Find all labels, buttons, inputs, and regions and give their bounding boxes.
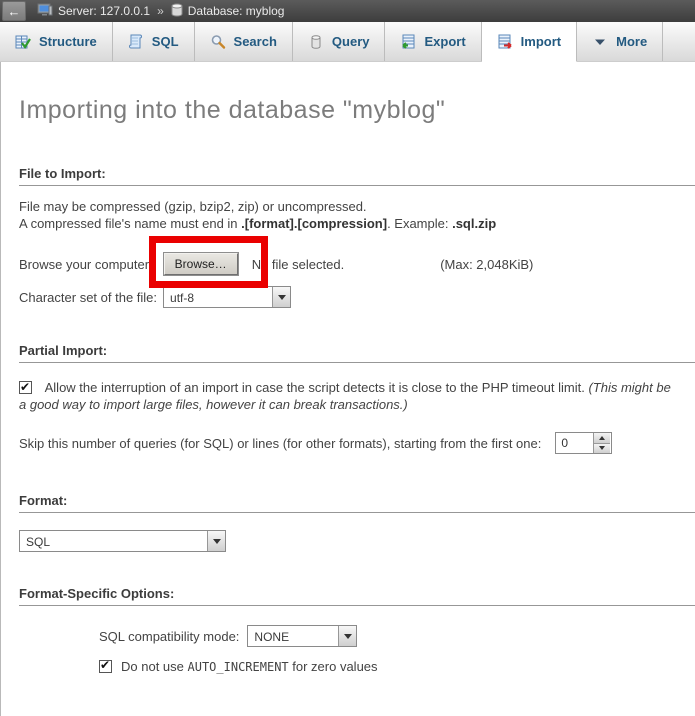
- sql-compat-select[interactable]: NONE: [247, 625, 357, 647]
- breadcrumb-separator: »: [157, 4, 164, 18]
- tab-structure[interactable]: Structure: [0, 22, 113, 61]
- dropdown-arrow-icon[interactable]: [207, 531, 225, 551]
- charset-selected-value: utf-8: [164, 287, 272, 307]
- tab-sql[interactable]: SQL: [113, 22, 195, 61]
- stepper-down-icon[interactable]: [594, 444, 610, 454]
- skip-queries-row: Skip this number of queries (for SQL) or…: [19, 432, 695, 454]
- export-icon: [400, 34, 416, 50]
- sql-compat-row: SQL compatibility mode: NONE: [99, 625, 695, 647]
- sql-compat-label: SQL compatibility mode:: [99, 629, 239, 644]
- section-heading-file-to-import: File to Import:: [19, 166, 695, 186]
- phpmyadmin-import-page: ← Server: 127.0.0.1 » Database: myblog: [0, 0, 695, 716]
- max-size-text: (Max: 2,048KiB): [440, 257, 533, 272]
- browse-button[interactable]: Browse…: [164, 253, 238, 275]
- format-select[interactable]: SQL: [19, 530, 226, 552]
- tab-label: Query: [332, 34, 370, 49]
- auto-increment-row: Do not use AUTO_INCREMENT for zero value…: [99, 659, 695, 674]
- tab-search[interactable]: Search: [195, 22, 293, 61]
- dropdown-arrow-icon[interactable]: [338, 626, 356, 646]
- breadcrumb: Server: 127.0.0.1 » Database: myblog: [37, 3, 284, 20]
- main-content: Importing into the database "myblog" Fil…: [0, 62, 695, 716]
- import-icon: [497, 34, 513, 50]
- back-arrow-icon: ←: [8, 5, 21, 18]
- tab-export[interactable]: Export: [385, 22, 481, 61]
- format-selected-value: SQL: [20, 531, 207, 551]
- allow-interrupt-text: Allow the interruption of an import in c…: [45, 380, 589, 395]
- format-compression-pattern: .[format].[compression]: [241, 216, 387, 231]
- sql-file-icon: [128, 34, 144, 50]
- tab-query[interactable]: Query: [293, 22, 386, 61]
- compression-line2-mid: . Example:: [387, 216, 452, 231]
- tab-label: SQL: [152, 34, 179, 49]
- compression-info: File may be compressed (gzip, bzip2, zip…: [19, 198, 695, 232]
- auto-increment-text: Do not use AUTO_INCREMENT for zero value…: [121, 659, 378, 674]
- dropdown-arrow-icon[interactable]: [272, 287, 290, 307]
- allow-interrupt-row: Allow the interruption of an import in c…: [19, 379, 681, 413]
- allow-interrupt-checkbox[interactable]: [19, 381, 32, 394]
- tab-import[interactable]: Import: [482, 22, 577, 62]
- section-heading-format: Format:: [19, 493, 695, 513]
- back-button[interactable]: ←: [2, 1, 26, 21]
- query-database-icon: [308, 34, 324, 50]
- breadcrumb-server[interactable]: Server: 127.0.0.1: [58, 4, 150, 18]
- section-format: Format: SQL: [19, 493, 695, 552]
- breadcrumb-database[interactable]: Database: myblog: [188, 4, 285, 18]
- auto-increment-keyword: AUTO_INCREMENT: [188, 660, 289, 674]
- compression-line2-prefix: A compressed file's name must end in: [19, 216, 241, 231]
- tab-label: Export: [424, 34, 465, 49]
- skip-queries-label: Skip this number of queries (for SQL) or…: [19, 436, 541, 451]
- tab-label: More: [616, 34, 647, 49]
- section-partial-import: Partial Import: Allow the interruption o…: [19, 343, 695, 454]
- browse-row: Browse your computer: Browse… No file se…: [19, 253, 695, 275]
- tab-bar: Structure SQL Search: [0, 22, 695, 62]
- skip-queries-input[interactable]: [556, 433, 593, 453]
- structure-icon: [15, 34, 31, 50]
- stepper-up-icon[interactable]: [594, 433, 610, 444]
- compression-line1: File may be compressed (gzip, bzip2, zip…: [19, 199, 367, 214]
- example-extension: .sql.zip: [452, 216, 496, 231]
- section-heading-partial-import: Partial Import:: [19, 343, 695, 363]
- section-format-specific: Format-Specific Options: SQL compatibili…: [19, 586, 695, 674]
- skip-queries-stepper[interactable]: [555, 432, 612, 454]
- chevron-down-icon: [592, 34, 608, 50]
- charset-select[interactable]: utf-8: [163, 286, 291, 308]
- tab-label: Structure: [39, 34, 97, 49]
- server-icon: [37, 3, 53, 20]
- tab-more[interactable]: More: [577, 22, 663, 61]
- sql-compat-selected-value: NONE: [248, 626, 338, 646]
- breadcrumb-bar: ← Server: 127.0.0.1 » Database: myblog: [0, 0, 695, 22]
- database-icon: [171, 3, 183, 20]
- page-title: Importing into the database "myblog": [1, 62, 695, 125]
- browse-label: Browse your computer:: [19, 257, 153, 272]
- tab-label: Search: [234, 34, 277, 49]
- charset-label: Character set of the file:: [19, 290, 157, 305]
- search-icon: [210, 34, 226, 50]
- auto-increment-checkbox[interactable]: [99, 660, 112, 673]
- no-file-selected-text: No file selected.: [252, 257, 345, 272]
- section-file-to-import: File to Import: File may be compressed (…: [19, 166, 695, 308]
- section-heading-format-specific: Format-Specific Options:: [19, 586, 695, 606]
- charset-row: Character set of the file: utf-8: [19, 286, 695, 308]
- tab-label: Import: [521, 34, 561, 49]
